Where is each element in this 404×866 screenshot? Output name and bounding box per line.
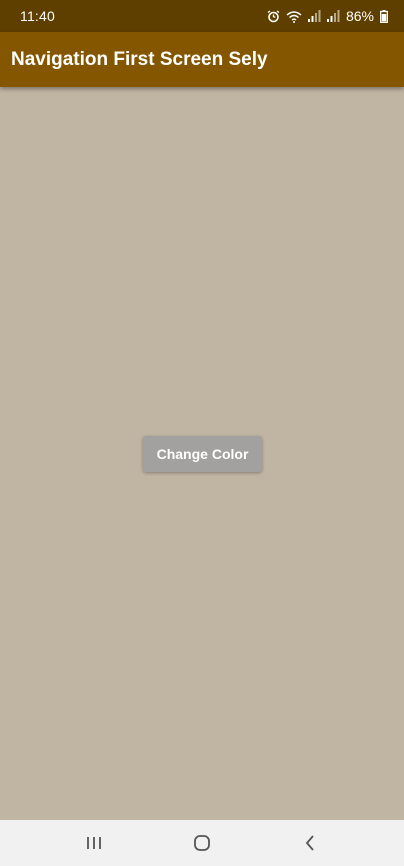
battery-icon [380, 9, 388, 23]
status-icons: 86% [267, 8, 388, 24]
recent-apps-button[interactable] [70, 823, 118, 863]
back-button[interactable] [286, 823, 334, 863]
recent-apps-icon [85, 835, 103, 851]
navigation-bar [0, 820, 404, 866]
status-time: 11:40 [20, 8, 55, 24]
status-bar: 11:40 86% [0, 0, 404, 32]
battery-level: 86% [345, 8, 374, 24]
back-icon [303, 834, 317, 852]
signal-icon [326, 10, 340, 22]
page-title: Navigation First Screen Sely [11, 48, 268, 70]
home-button[interactable] [178, 823, 226, 863]
wifi-icon [286, 10, 302, 23]
app-bar: Navigation First Screen Sely [0, 32, 404, 87]
signal-icon [307, 10, 321, 22]
home-icon [193, 834, 211, 852]
change-color-button[interactable]: Change Color [143, 436, 262, 472]
alarm-icon [267, 9, 280, 23]
